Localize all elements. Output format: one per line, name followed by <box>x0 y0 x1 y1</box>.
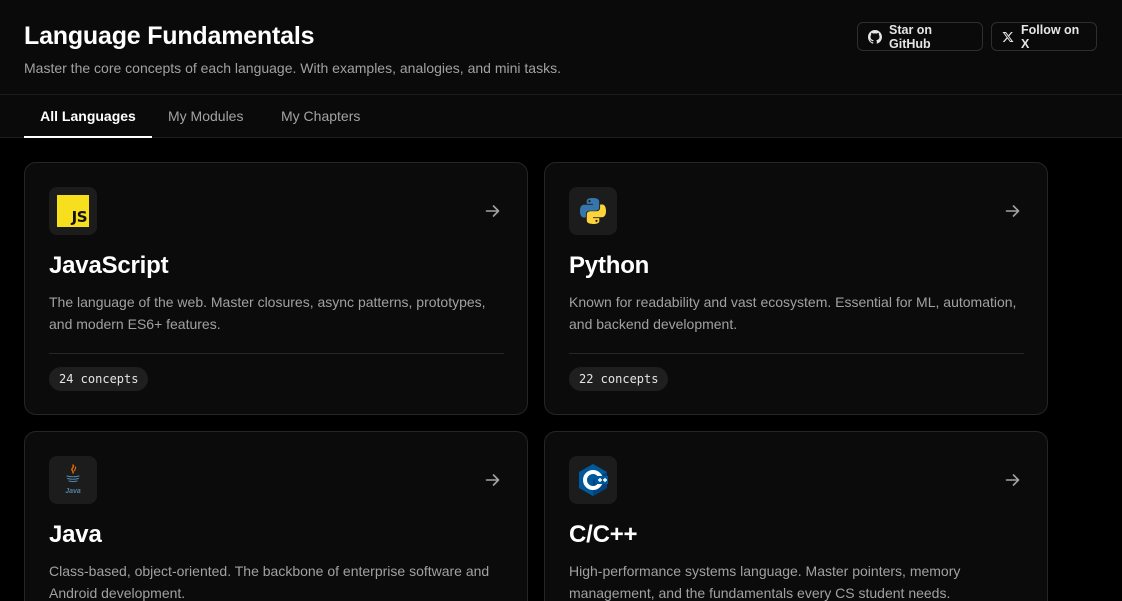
tab-my-modules[interactable]: My Modules <box>168 95 250 137</box>
language-card-javascript[interactable]: JS JavaScript The language of the web. M… <box>24 162 528 415</box>
arrow-right-icon[interactable] <box>483 470 503 490</box>
card-description: The language of the web. Master closures… <box>49 294 486 332</box>
java-logo-icon: Java <box>49 456 97 504</box>
follow-on-x-button[interactable]: Follow on X <box>991 22 1097 51</box>
javascript-logo-text: JS <box>71 208 88 226</box>
javascript-logo-icon: JS <box>49 187 97 235</box>
x-button-label: Follow on X <box>1021 22 1080 51</box>
card-divider <box>49 353 504 354</box>
github-icon <box>868 29 882 44</box>
card-description: High-performance systems language. Maste… <box>569 563 961 601</box>
card-divider <box>569 353 1024 354</box>
language-card-java[interactable]: Java Java Class-based, object-oriented. … <box>24 431 528 601</box>
github-button-label: Star on GitHub <box>889 22 933 51</box>
page-header: Language Fundamentals Master the core co… <box>0 0 1122 95</box>
java-logo-text: Java <box>65 488 81 495</box>
card-description: Known for readability and vast ecosystem… <box>569 294 1017 332</box>
card-title: Python <box>569 252 650 279</box>
arrow-right-icon[interactable] <box>1003 201 1023 221</box>
concepts-badge: 22 concepts <box>569 367 669 391</box>
tab-all-languages[interactable]: All Languages <box>24 95 152 138</box>
card-title: JavaScript <box>49 252 169 279</box>
tab-my-chapters[interactable]: My Chapters <box>281 95 367 137</box>
x-logo-icon <box>1002 31 1014 42</box>
card-title: C/C++ <box>569 521 638 548</box>
card-description: Class-based, object-oriented. The backbo… <box>49 563 490 601</box>
language-card-python[interactable]: Python Known for readability and vast ec… <box>544 162 1048 415</box>
cpp-logo-icon <box>569 456 617 504</box>
card-title: Java <box>49 521 102 548</box>
arrow-right-icon[interactable] <box>483 201 503 221</box>
language-card-cpp[interactable]: C/C++ High-performance systems language.… <box>544 431 1048 601</box>
arrow-right-icon[interactable] <box>1003 470 1023 490</box>
page-title: Language Fundamentals <box>24 22 315 50</box>
python-logo-icon <box>569 187 617 235</box>
tab-bar: All Languages My Modules My Chapters <box>0 95 1122 138</box>
page-subtitle: Master the core concepts of each languag… <box>24 60 561 76</box>
concepts-badge: 24 concepts <box>49 367 149 391</box>
star-on-github-button[interactable]: Star on GitHub <box>857 22 983 51</box>
